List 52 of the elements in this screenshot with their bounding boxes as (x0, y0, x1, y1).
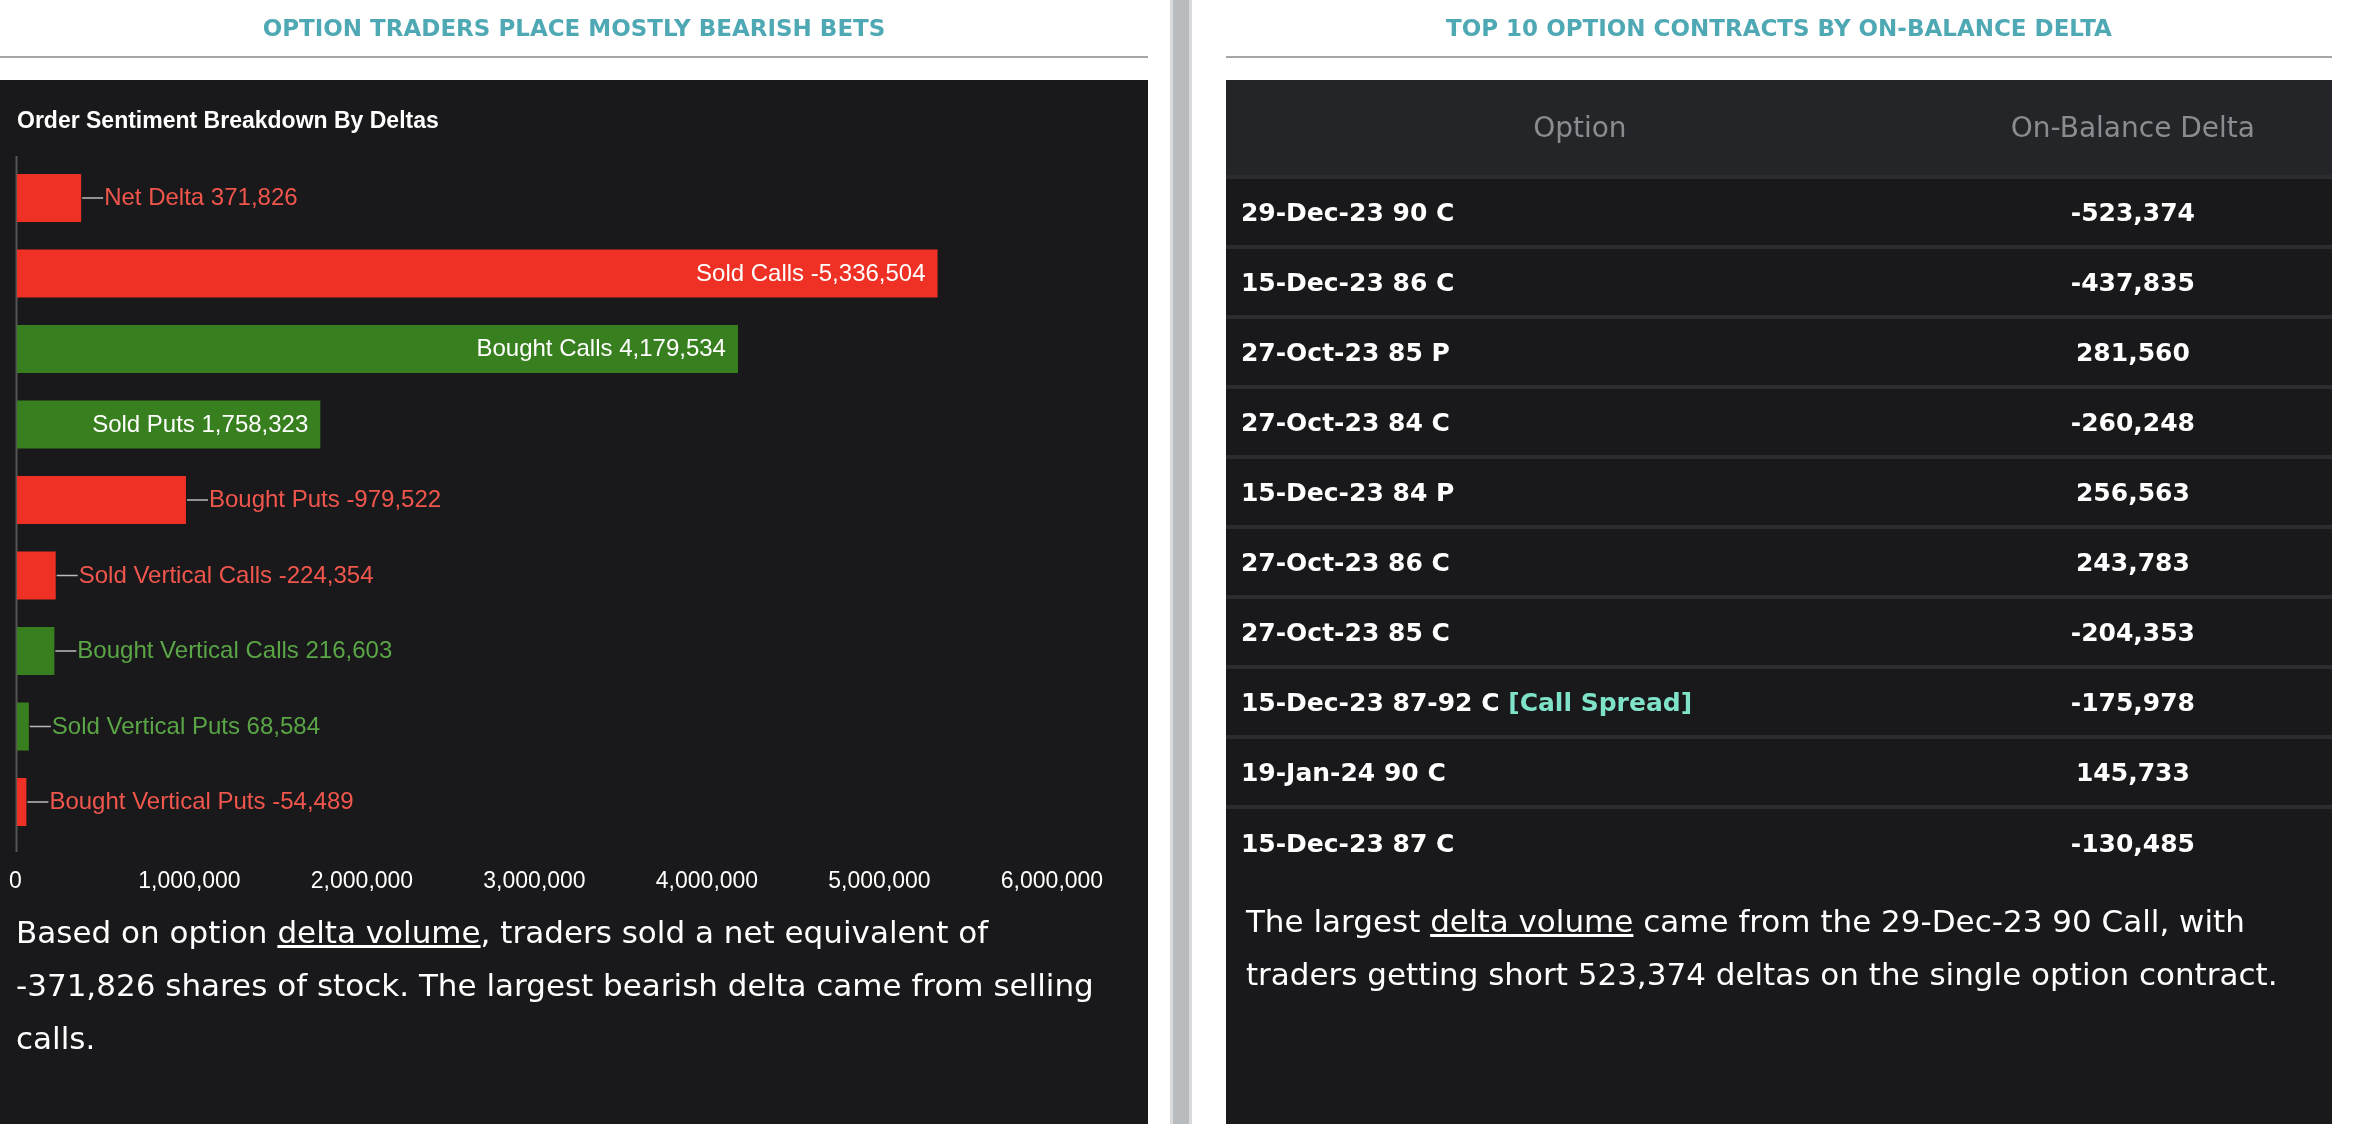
leader-line (81, 197, 104, 199)
axis-tick-label: 4,000,000 (655, 867, 759, 893)
bar-label: Sold Vertical Puts 68,584 (51, 711, 320, 739)
axis-tick-label: 0 (9, 867, 22, 893)
table-cell: 243,783 (1933, 527, 2332, 597)
table-cell: -175,978 (1933, 667, 2332, 737)
table-cell: 27-Oct-23 84 C (1225, 387, 1934, 457)
bar-label: Bought Vertical Puts -54,489 (49, 787, 354, 814)
bar-label: Bought Vertical Calls 216,603 (77, 636, 393, 663)
axis-tick-label: 3,000,000 (483, 867, 586, 893)
table-cell: 15-Dec-23 84 P (1225, 457, 1934, 527)
column-header: On-Balance Delta (1933, 80, 2332, 177)
bar-label: Sold Calls -5,336,504 (696, 258, 926, 286)
bar-label: Net Delta 371,826 (104, 183, 298, 210)
summary-text: Based on option delta volume, traders sold a net equivalent of -371,826 shares of stock. The largest bearish delta came from selling calls. (15, 913, 1095, 1058)
axis-tick-label: 2,000,000 (310, 867, 414, 893)
table-cell: -130,485 (1933, 807, 2332, 877)
leader-line (29, 725, 52, 728)
table-cell: 281,560 (1933, 317, 2332, 387)
table-cell: -437,835 (1933, 247, 2332, 317)
column-header: Option (1225, 80, 1934, 177)
section-heading: OPTION TRADERS PLACE MOSTLY BEARISH BETS (262, 15, 886, 41)
bar-label: Sold Vertical Calls -224,354 (78, 560, 374, 588)
table-cell: 19-Jan-24 90 C (1225, 737, 1934, 807)
bar-label: Bought Calls 4,179,534 (476, 334, 726, 361)
table-cell: 27-Oct-23 85 P (1225, 317, 1934, 387)
axis-tick-label: 6,000,000 (1000, 867, 1104, 893)
table-cell: 15-Dec-23 87 C (1225, 807, 1934, 877)
bar-label: Bought Puts -979,522 (208, 485, 442, 512)
chart-title: Order Sentiment Breakdown By Deltas (17, 107, 439, 133)
leader-line (55, 574, 79, 577)
leader-line (54, 650, 78, 652)
table-cell: 145,733 (1933, 737, 2332, 807)
table-cell: 15-Dec-23 86 C (1225, 247, 1934, 317)
table-cell: -260,248 (1933, 387, 2332, 457)
delta-volume-link[interactable]: delta volume (277, 914, 481, 950)
table-cell: 27-Oct-23 85 C (1225, 597, 1934, 667)
leader-line (186, 499, 209, 501)
leader-line (26, 801, 50, 803)
table-cell: -523,374 (1933, 177, 2332, 247)
table-cell: 256,563 (1933, 457, 2332, 527)
axis-tick-label: 5,000,000 (828, 867, 931, 893)
table-cell: 27-Oct-23 86 C (1225, 527, 1934, 597)
axis-tick-label: 1,000,000 (138, 867, 241, 893)
summary-text: The largest delta volume came from the 29-Dec-23 90 Call, with traders getting short 523,374 deltas on the single option contract. (1244, 902, 2279, 994)
spread-tag: [Call Spread] (1508, 687, 1693, 717)
table-cell: -204,353 (1933, 597, 2332, 667)
bar-label: Sold Puts 1,758,323 (92, 409, 309, 437)
section-heading: TOP 10 OPTION CONTRACTS BY ON-BALANCE DELTA (1446, 15, 2112, 41)
option-name: 15-Dec-23 87-92 C (1240, 687, 1500, 717)
delta-volume-link[interactable]: delta volume (1430, 903, 1634, 939)
table-cell: 29-Dec-23 90 C (1225, 177, 1934, 247)
